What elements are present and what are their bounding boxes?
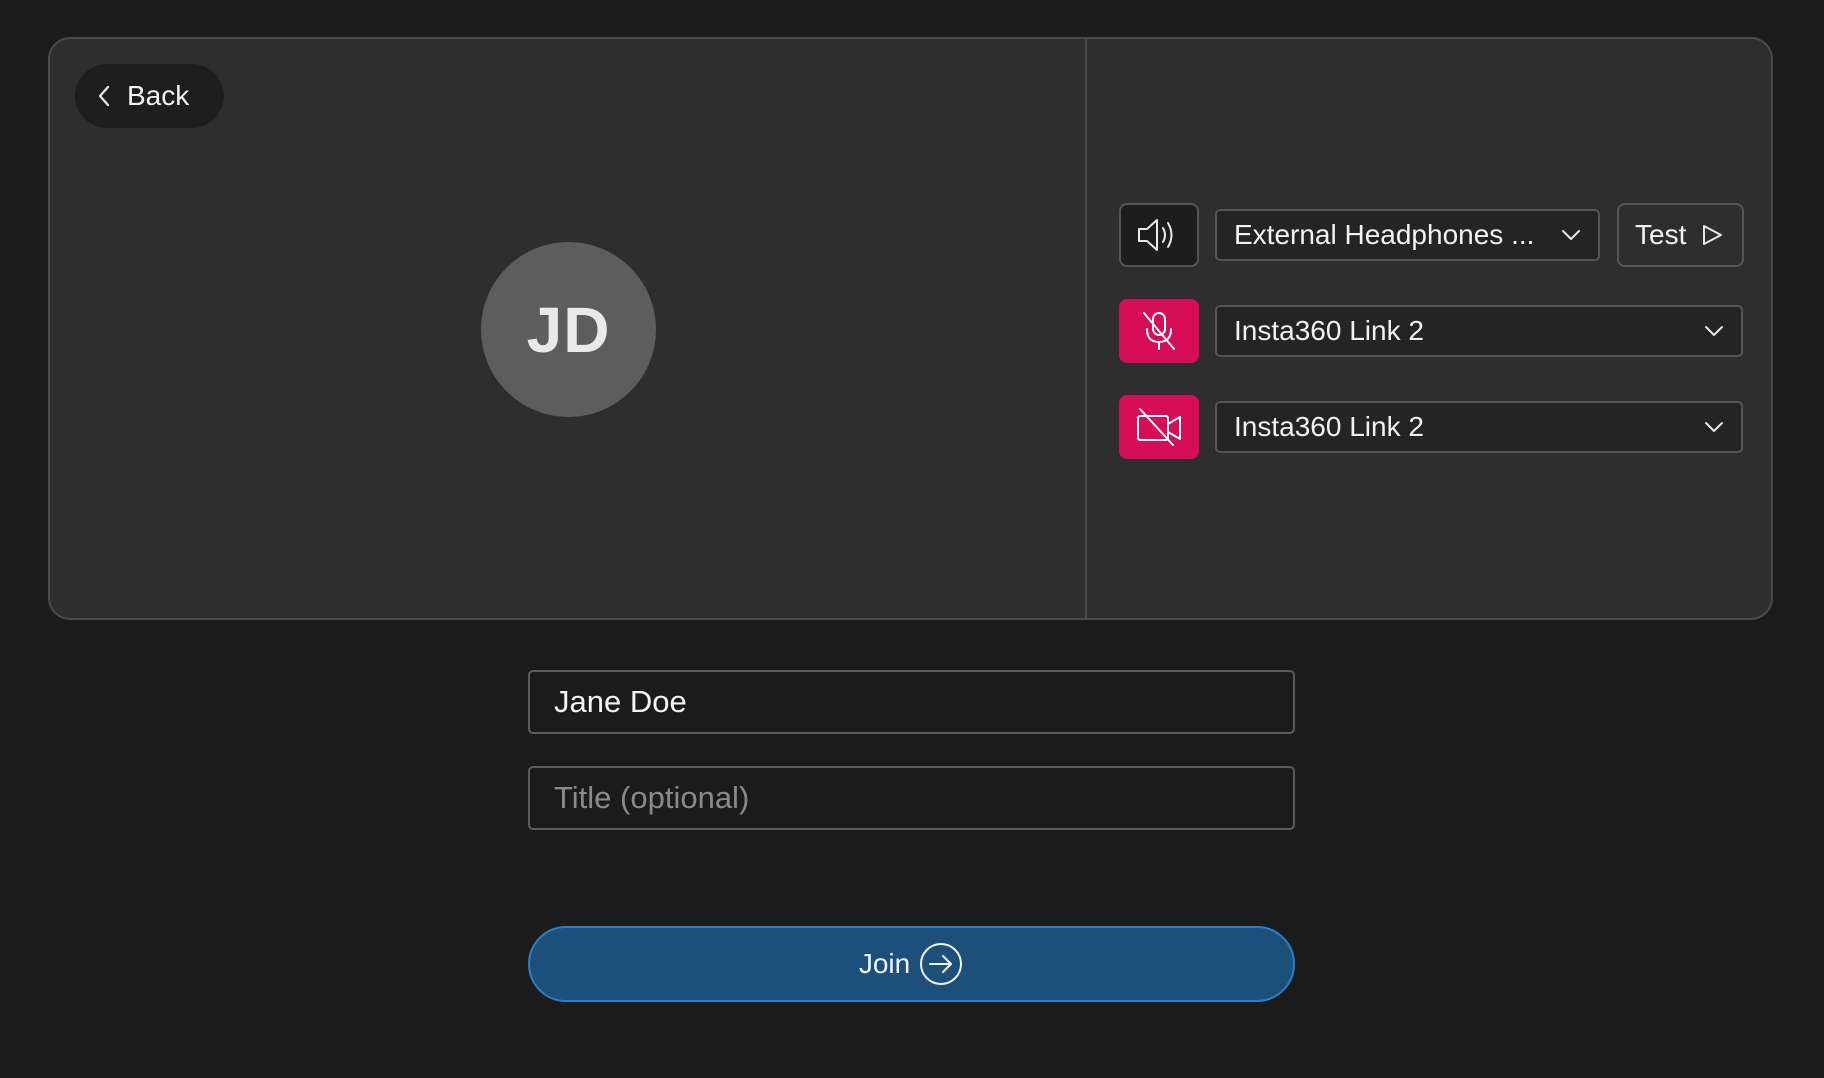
test-speaker-button[interactable]: Test — [1617, 203, 1744, 267]
camera-select[interactable]: Insta360 Link 2 — [1215, 401, 1743, 453]
avatar: JD — [481, 242, 656, 417]
speaker-select-value: External Headphones ... — [1234, 219, 1535, 250]
camera-select-value: Insta360 Link 2 — [1234, 411, 1424, 442]
panel-divider — [1085, 39, 1087, 618]
preview-panel: Back JD External Headphones ... Test Ins… — [48, 37, 1773, 620]
chevron-down-icon — [1560, 228, 1582, 242]
title-input[interactable]: Title (optional) — [528, 766, 1295, 830]
join-button[interactable]: Join — [528, 926, 1295, 1002]
microphone-select-value: Insta360 Link 2 — [1234, 315, 1424, 346]
chevron-left-icon — [97, 84, 115, 108]
arrow-right-circle-icon — [918, 941, 964, 987]
chevron-down-icon — [1703, 420, 1725, 434]
mic-toggle-button[interactable] — [1119, 299, 1199, 363]
camera-off-icon — [1135, 407, 1183, 447]
mic-off-icon — [1139, 309, 1179, 353]
back-label: Back — [127, 80, 190, 111]
chevron-down-icon — [1703, 324, 1725, 338]
play-icon — [1700, 223, 1724, 247]
name-input-value: Jane Doe — [554, 684, 687, 719]
name-input[interactable]: Jane Doe — [528, 670, 1295, 734]
speaker-select[interactable]: External Headphones ... — [1215, 209, 1600, 261]
speaker-icon — [1135, 215, 1183, 255]
camera-toggle-button[interactable] — [1119, 395, 1199, 459]
title-input-placeholder: Title (optional) — [554, 780, 750, 815]
speaker-toggle-button[interactable] — [1119, 203, 1199, 267]
back-button[interactable]: Back — [75, 64, 224, 128]
test-label: Test — [1635, 219, 1687, 250]
join-label: Join — [858, 948, 911, 979]
microphone-select[interactable]: Insta360 Link 2 — [1215, 305, 1743, 357]
